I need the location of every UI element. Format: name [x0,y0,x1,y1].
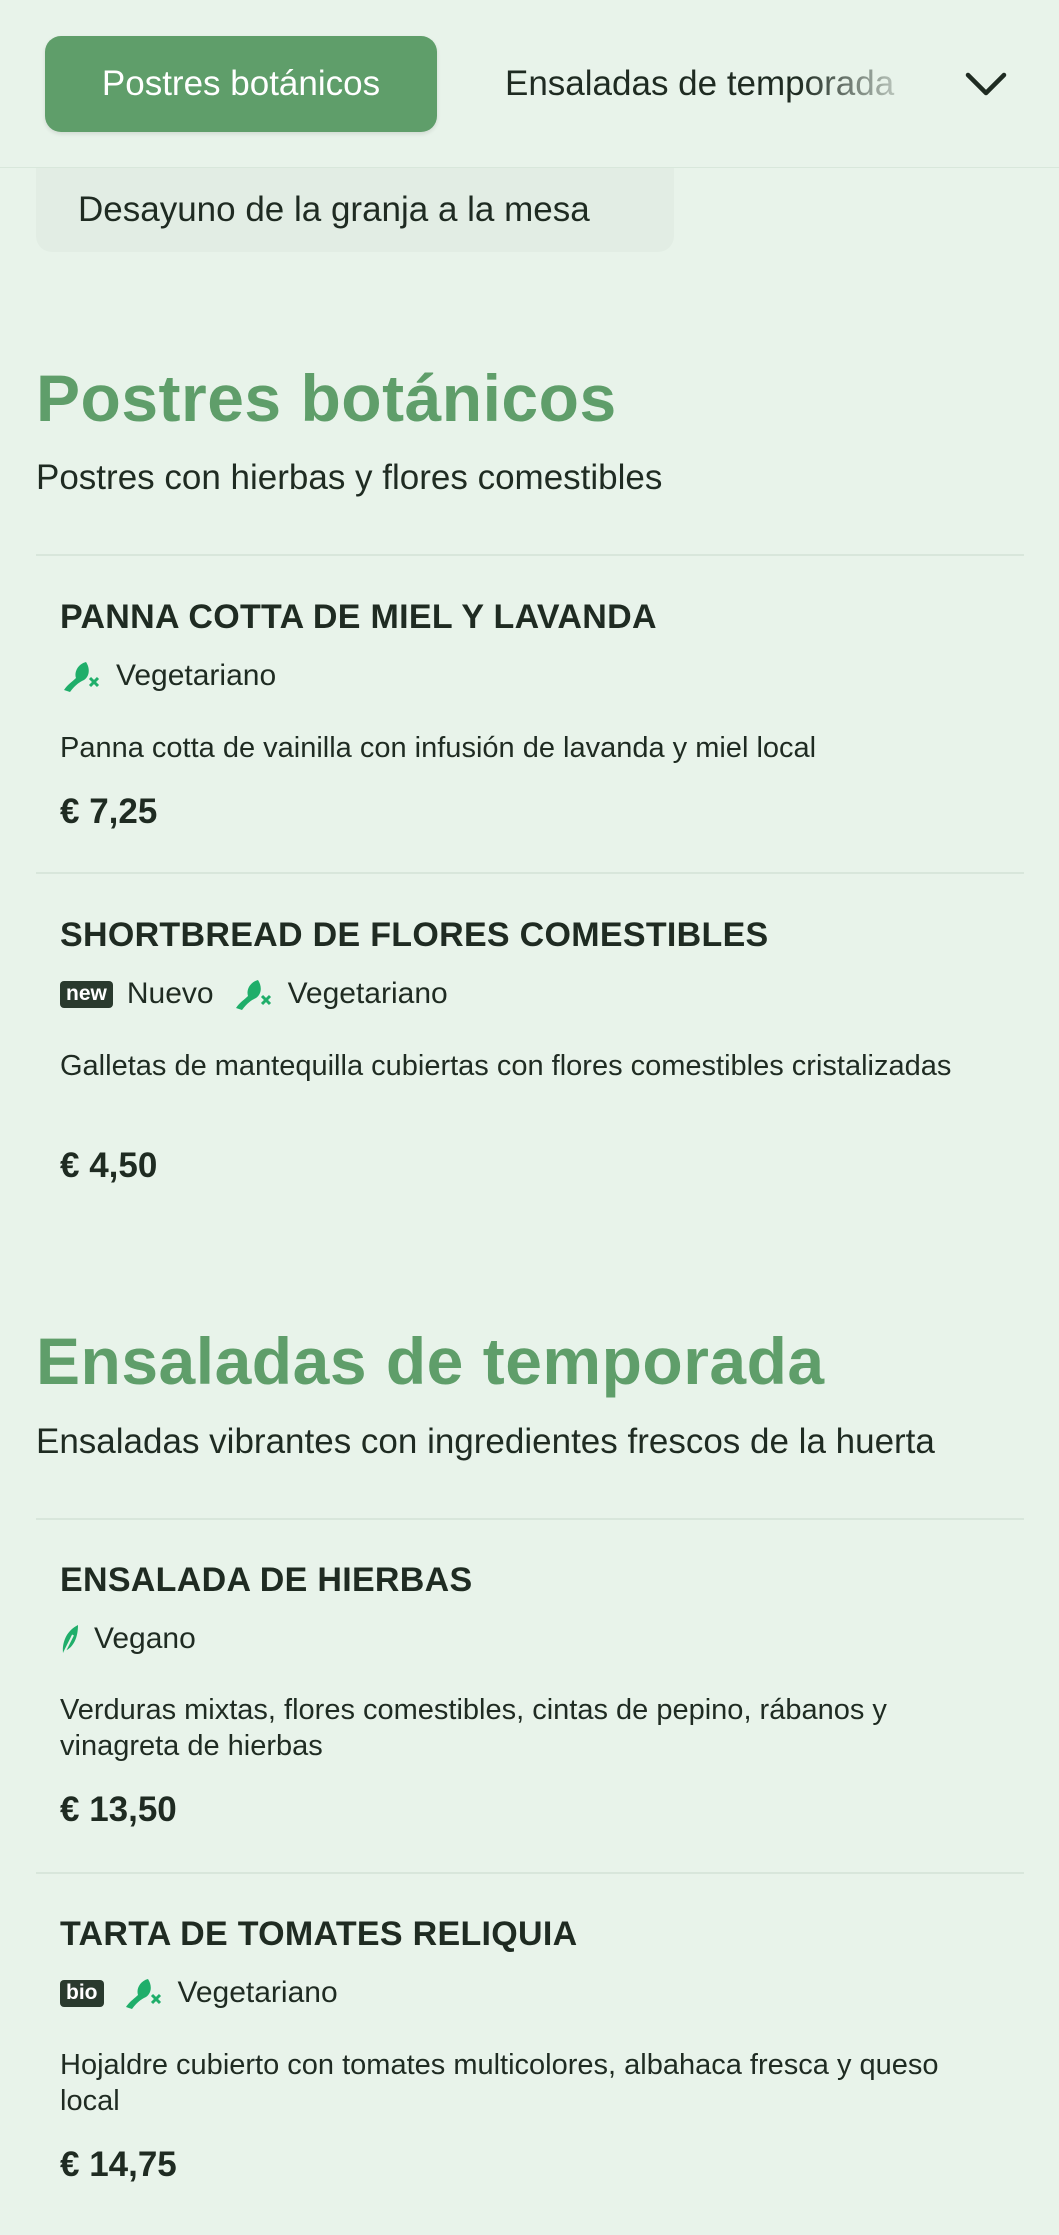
category-tab-desayuno[interactable]: Desayuno de la granja a la mesa [36,168,674,252]
section-description: Postres con hierbas y flores comestibles [36,458,663,497]
chevron-down-icon[interactable] [960,58,1012,110]
vegetarian-tag: Vegetariano [60,658,276,694]
bio-badge: bio [60,1979,104,2007]
vegetarian-icon [232,976,274,1012]
tag-label: Vegano [94,1622,196,1655]
menu-item-price: € 4,50 [60,1146,158,1185]
divider [36,1872,1024,1874]
vegetarian-tag: Vegetariano [122,1975,338,2011]
menu-item-name: SHORTBREAD DE FLORES COMESTIBLES [60,916,769,954]
dietary-tags: bio Vegetariano [60,1973,338,2013]
new-tag: new Nuevo [60,977,214,1011]
menu-item-price: € 13,50 [60,1790,177,1829]
vegetarian-tag: Vegetariano [232,976,448,1012]
tag-label: Vegetariano [116,659,277,692]
category-nav: Postres botánicos Ensaladas de temporada [0,0,1059,168]
tag-label: Nuevo [126,977,214,1010]
menu-page: Postres botánicos Ensaladas de temporada… [0,0,1059,2235]
category-tab-ensaladas-de-temporada[interactable]: Ensaladas de temporada [505,36,925,132]
tag-label: Vegetariano [177,1976,338,2009]
section-title: Postres botánicos [36,361,617,435]
dietary-tags: new Nuevo Vegetariano [60,974,448,1014]
divider [36,872,1024,874]
menu-item-description: Galletas de mantequilla cubiertas con fl… [60,1050,952,1082]
menu-item-name: ENSALADA DE HIERBAS [60,1561,473,1599]
section-title: Ensaladas de temporada [36,1324,825,1398]
category-tab-label: Ensaladas de temporada [505,64,895,103]
menu-item-name: PANNA COTTA DE MIEL Y LAVANDA [60,598,657,636]
category-tab-label: Postres botánicos [101,64,381,103]
menu-item-price: € 14,75 [60,2145,177,2184]
menu-item-description: Hojaldre cubierto con tomates multicolor… [60,2049,939,2117]
menu-item-price: € 7,25 [60,792,158,831]
divider [36,554,1024,556]
new-badge: new [60,980,113,1008]
vegan-leaf-icon [60,1623,80,1655]
section-description: Ensaladas vibrantes con ingredientes fre… [36,1422,935,1461]
category-tab-label: Desayuno de la granja a la mesa [78,190,590,229]
vegan-tag: Vegano [60,1622,196,1656]
menu-item-description: Verduras mixtas, flores comestibles, cin… [60,1694,887,1762]
divider [36,1518,1024,1520]
vegetarian-icon [60,658,102,694]
menu-item-description: Panna cotta de vainilla con infusión de … [60,732,817,764]
category-tab-postres-botanicos[interactable]: Postres botánicos [45,36,437,132]
dietary-tags: Vegano [60,1619,196,1659]
tag-label: Vegetariano [287,977,448,1010]
menu-item-name: TARTA DE TOMATES RELIQUIA [60,1915,578,1953]
dietary-tags: Vegetariano [60,656,276,696]
vegetarian-icon [122,1975,164,2011]
